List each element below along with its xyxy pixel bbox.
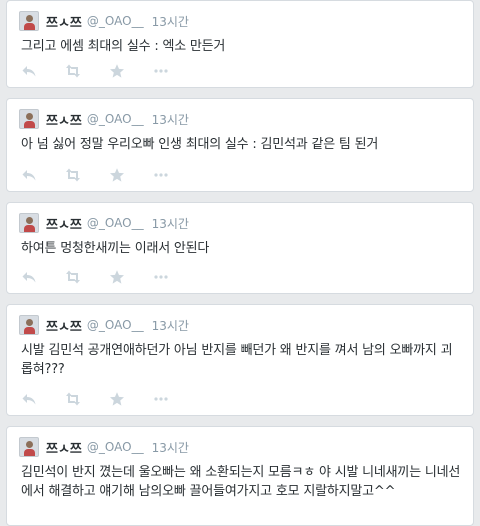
tweet-time[interactable]: 13시간 — [152, 13, 189, 30]
user-name[interactable]: 쯔ㅅ쯔 — [46, 214, 82, 233]
reply-icon[interactable] — [21, 269, 37, 285]
tweet-time[interactable]: 13시간 — [152, 439, 189, 456]
user-name[interactable]: 쯔ㅅ쯔 — [46, 110, 82, 129]
tweet-header: 쯔ㅅ쯔 @_OAO__ 13시간 — [19, 213, 189, 233]
tweet-time[interactable]: 13시간 — [152, 111, 189, 128]
reply-icon[interactable] — [21, 391, 37, 407]
tweet-actions — [21, 63, 197, 79]
tweet-card[interactable]: 쯔ㅅ쯔 @_OAO__ 13시간 김민석이 반지 꼈는데 울오빠는 왜 소환되는… — [6, 426, 474, 526]
tweet-text: 하여튼 멍청한새끼는 이래서 안된다 — [21, 241, 210, 256]
reply-icon[interactable] — [21, 167, 37, 183]
user-handle[interactable]: @_OAO__ — [87, 318, 144, 332]
tweet-card[interactable]: 쯔ㅅ쯔 @_OAO__ 13시간 하여튼 멍청한새끼는 이래서 안된다 — [6, 202, 474, 294]
retweet-icon[interactable] — [65, 269, 81, 285]
user-handle[interactable]: @_OAO__ — [87, 112, 144, 126]
tweet-header: 쯔ㅅ쯔 @_OAO__ 13시간 — [19, 11, 189, 31]
more-icon[interactable] — [153, 391, 169, 407]
avatar[interactable] — [19, 315, 39, 335]
tweet-actions — [21, 391, 197, 407]
tweet-text: 시발 김민석 공개연애하던가 아님 반지를 빼던가 왜 반지를 껴서 남의 오빠… — [21, 343, 453, 377]
tweet-header: 쯔ㅅ쯔 @_OAO__ 13시간 — [19, 109, 189, 129]
tweet-header: 쯔ㅅ쯔 @_OAO__ 13시간 — [19, 315, 189, 335]
avatar[interactable] — [19, 11, 39, 31]
tweet-actions — [21, 167, 197, 183]
avatar[interactable] — [19, 109, 39, 129]
tweet-actions — [21, 269, 197, 285]
tweet-card[interactable]: 쯔ㅅ쯔 @_OAO__ 13시간 그리고 에셈 최대의 실수 : 엑소 만든거 — [6, 0, 474, 88]
star-icon[interactable] — [109, 391, 125, 407]
tweet-text: 김민석이 반지 꼈는데 울오빠는 왜 소환되는지 모름ㅋㅎ 야 시발 니네새끼는… — [21, 465, 461, 499]
more-icon[interactable] — [153, 167, 169, 183]
retweet-icon[interactable] — [65, 167, 81, 183]
retweet-icon[interactable] — [65, 391, 81, 407]
tweet-time[interactable]: 13시간 — [152, 317, 189, 334]
star-icon[interactable] — [109, 63, 125, 79]
avatar[interactable] — [19, 213, 39, 233]
user-name[interactable]: 쯔ㅅ쯔 — [46, 12, 82, 31]
tweet-time[interactable]: 13시간 — [152, 215, 189, 232]
retweet-icon[interactable] — [65, 63, 81, 79]
more-icon[interactable] — [153, 269, 169, 285]
star-icon[interactable] — [109, 269, 125, 285]
user-handle[interactable]: @_OAO__ — [87, 440, 144, 454]
reply-icon[interactable] — [21, 63, 37, 79]
user-handle[interactable]: @_OAO__ — [87, 216, 144, 230]
tweet-header: 쯔ㅅ쯔 @_OAO__ 13시간 — [19, 437, 189, 457]
user-name[interactable]: 쯔ㅅ쯔 — [46, 316, 82, 335]
tweet-feed: 쯔ㅅ쯔 @_OAO__ 13시간 그리고 에셈 최대의 실수 : 엑소 만든거 … — [0, 0, 480, 526]
star-icon[interactable] — [109, 167, 125, 183]
user-name[interactable]: 쯔ㅅ쯔 — [46, 438, 82, 457]
tweet-text: 그리고 에셈 최대의 실수 : 엑소 만든거 — [21, 39, 226, 54]
avatar[interactable] — [19, 437, 39, 457]
tweet-card[interactable]: 쯔ㅅ쯔 @_OAO__ 13시간 시발 김민석 공개연애하던가 아님 반지를 빼… — [6, 304, 474, 416]
tweet-text: 아 넘 싫어 정말 우리오빠 인생 최대의 실수 : 김민석과 같은 팀 된거 — [21, 137, 379, 152]
more-icon[interactable] — [153, 63, 169, 79]
tweet-card[interactable]: 쯔ㅅ쯔 @_OAO__ 13시간 아 넘 싫어 정말 우리오빠 인생 최대의 실… — [6, 98, 474, 192]
user-handle[interactable]: @_OAO__ — [87, 14, 144, 28]
